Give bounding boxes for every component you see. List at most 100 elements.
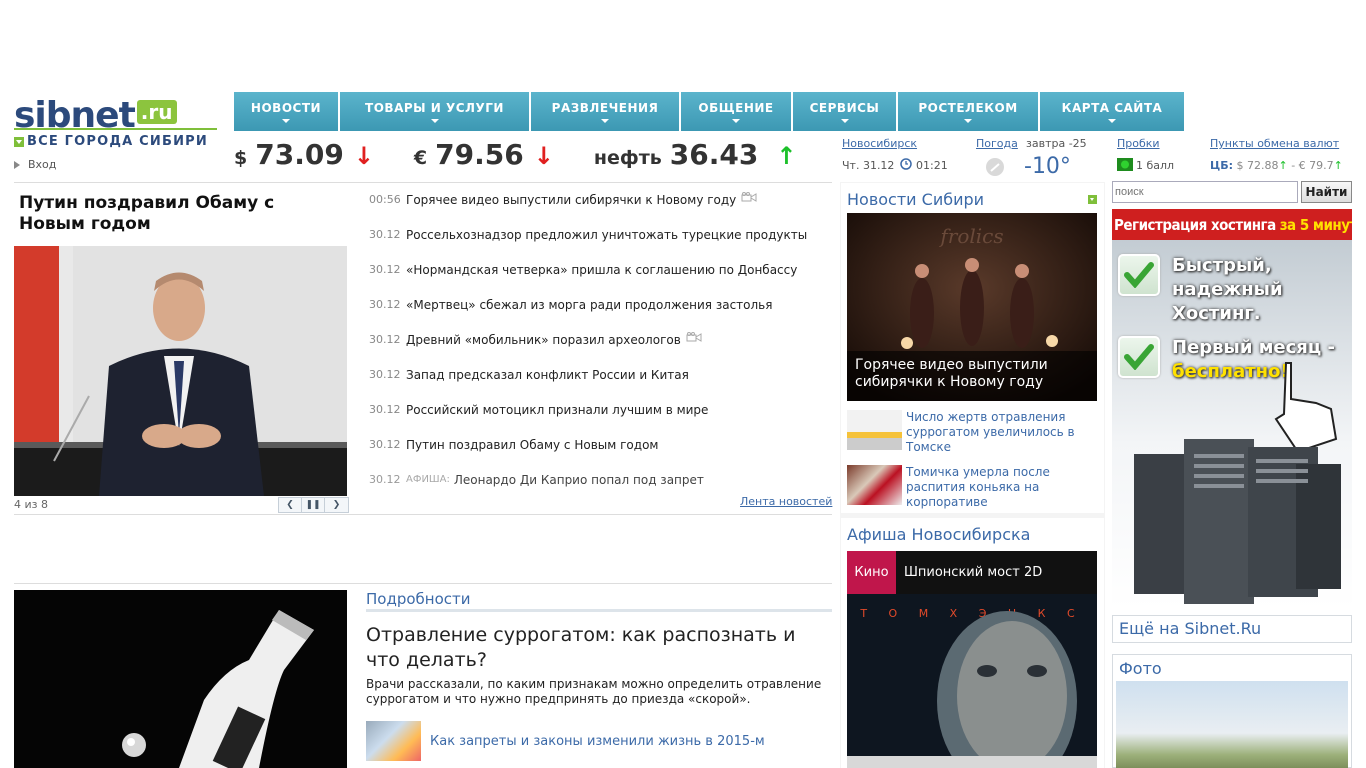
nav-item-news[interactable]: НОВОСТИ xyxy=(234,92,338,131)
nav-label: НОВОСТИ xyxy=(250,100,322,115)
news-title: Томичка умерла после распития коньяка на… xyxy=(906,465,1050,509)
details-section-title[interactable]: Подробности xyxy=(366,590,832,608)
chevron-down-icon[interactable] xyxy=(1088,195,1097,204)
news-title: Запад предсказал конфликт России и Китая xyxy=(406,368,689,382)
slider-title[interactable]: Путин поздравил Обаму с Новым годом xyxy=(19,193,339,235)
list-item[interactable]: 30.12 «Нормандская четверка» пришла к сог… xyxy=(369,262,831,297)
nav-label: КАРТА САЙТА xyxy=(1061,100,1163,115)
ad-text-fast: Быстрый, надежный Хостинг. xyxy=(1172,255,1283,324)
login-link[interactable]: Вход xyxy=(14,158,56,171)
cb-usd: $ 72.88 xyxy=(1236,159,1279,172)
weather-link[interactable]: Погода xyxy=(976,137,1018,150)
slider-photo[interactable] xyxy=(14,246,347,496)
oil-label: нефть xyxy=(593,147,662,169)
chevron-down-icon xyxy=(732,118,740,123)
prev-icon[interactable]: ❮ xyxy=(279,498,302,512)
list-item[interactable]: Томичка умерла после распития коньяка на… xyxy=(847,465,1097,510)
oil-value: 36.43 xyxy=(669,138,759,171)
eur-symbol: € xyxy=(413,147,428,169)
nav-label: СЕРВИСЫ xyxy=(809,100,880,115)
search-input[interactable] xyxy=(1112,181,1298,203)
arrow-up-icon: ↑ xyxy=(776,142,797,170)
article-lead: Врачи рассказали, по каким признакам мож… xyxy=(366,677,822,706)
chevron-down-icon xyxy=(1108,118,1116,123)
logo-ru-badge: .ru xyxy=(136,100,177,124)
search-button[interactable]: Найти xyxy=(1301,181,1352,203)
arrow-down-icon: ↓ xyxy=(533,142,554,170)
news-title: Горячее видео выпустили сибирячки к Ново… xyxy=(406,193,737,207)
hosting-ad-banner[interactable]: Регистрация хостинга за 5 минут Быстрый, … xyxy=(1112,209,1352,609)
nav-label: РОСТЕЛЕКОМ xyxy=(918,100,1018,115)
siberia-main-caption[interactable]: Горячее видео выпустили сибирячки к Ново… xyxy=(847,351,1097,401)
afisha-title[interactable]: Афиша Новосибирска xyxy=(847,525,1030,544)
article-title[interactable]: Отравление суррогатом: как распознать и … xyxy=(366,623,832,673)
date-text: Чт. 31.12 xyxy=(842,159,895,172)
list-item[interactable]: 00:56 Горячее видео выпустили сибирячки к… xyxy=(369,192,831,227)
photo-thumbnail[interactable] xyxy=(1116,681,1348,768)
more-sibnet-link[interactable]: Ещё на Sibnet.Ru xyxy=(1112,615,1352,643)
logo-underline xyxy=(14,128,217,130)
list-item[interactable]: 30.12 АФИША: Леонардо Ди Каприо попал под … xyxy=(369,472,831,490)
news-time: 30.12 xyxy=(369,403,401,416)
ad-header: Регистрация хостинга за 5 минут xyxy=(1112,209,1352,240)
news-time: 30.12 xyxy=(369,473,401,486)
related-article-link[interactable]: Как запреты и законы изменили жизнь в 20… xyxy=(430,734,765,749)
time-text: 01:21 xyxy=(916,159,948,172)
afisha-movie-title[interactable]: Шпионский мост 2D xyxy=(896,551,1097,594)
list-item[interactable]: Число жертв отравления суррогатом увелич… xyxy=(847,410,1097,455)
usd-symbol: $ xyxy=(234,147,248,169)
chevron-down-icon xyxy=(964,118,972,123)
chevron-down-icon xyxy=(840,118,849,123)
list-item[interactable]: 30.12 Российский мотоцикл признали лучшим… xyxy=(369,402,831,437)
nav-item-goods[interactable]: ТОВАРЫ И УСЛУГИ xyxy=(340,92,529,131)
list-item[interactable]: 30.12 «Мертвец» сбежал из морга ради прод… xyxy=(369,297,831,332)
photo-section-title[interactable]: Фото xyxy=(1119,659,1162,678)
chevron-down-icon xyxy=(601,118,609,123)
eur-value: 79.56 xyxy=(435,138,524,171)
nav-item-services[interactable]: СЕРВИСЫ xyxy=(793,92,896,131)
list-item[interactable]: 30.12 Древний «мобильник» поразил археоло… xyxy=(369,332,831,367)
chevron-down-icon xyxy=(282,118,290,123)
weather-tomorrow: завтра -25 xyxy=(1026,137,1087,150)
ad-line: Быстрый, надежный Хостинг. xyxy=(1112,254,1352,326)
nav-item-sitemap[interactable]: КАРТА САЙТА xyxy=(1040,92,1184,131)
news-time: 30.12 xyxy=(369,298,401,311)
region-selector[interactable]: ВСЕ ГОРОДА СИБИРИ xyxy=(14,134,208,149)
siberia-news-title[interactable]: Новости Сибири xyxy=(847,190,984,209)
nav-label: РАЗВЛЕЧЕНИЯ xyxy=(551,100,659,115)
cb-rates: ЦБ: $ 72.88↑ - € 79.7↑ xyxy=(1210,159,1343,172)
news-time: 30.12 xyxy=(369,438,401,451)
traffic-value: 1 балл xyxy=(1136,159,1175,172)
clock-icon xyxy=(900,158,912,173)
traffic-link[interactable]: Пробки xyxy=(1117,137,1160,150)
slider-counter: 4 из 8 xyxy=(14,498,48,511)
check-icon xyxy=(1118,254,1160,296)
pause-icon[interactable]: ❚❚ xyxy=(302,498,325,512)
nav-item-rostelecom[interactable]: РОСТЕЛЕКОМ xyxy=(898,92,1038,131)
nav-item-communication[interactable]: ОБЩЕНИЕ xyxy=(681,92,791,131)
city-link[interactable]: Новосибирск xyxy=(842,137,917,150)
exchange-link[interactable]: Пункты обмена валют xyxy=(1210,137,1339,150)
news-title: Число жертв отравления суррогатом увелич… xyxy=(906,410,1075,454)
video-icon xyxy=(686,332,702,342)
related-thumbnail[interactable] xyxy=(366,721,421,761)
nav-label: ТОВАРЫ И УСЛУГИ xyxy=(365,100,504,115)
news-title: Древний «мобильник» поразил археологов xyxy=(406,333,681,347)
news-time: 30.12 xyxy=(369,228,401,241)
list-item[interactable]: 30.12 Запад предсказал конфликт России и … xyxy=(369,367,831,402)
arrow-up-icon: ↑ xyxy=(1333,159,1343,172)
news-title: Путин поздравил Обаму с Новым годом xyxy=(406,438,659,452)
news-tag: АФИША: xyxy=(406,474,450,485)
currency-rates: $ 73.09 ↓ € 79.56 ↓ нефть 36.43 ↑ xyxy=(234,138,796,171)
nav-item-entertainment[interactable]: РАЗВЛЕЧЕНИЯ xyxy=(531,92,679,131)
next-icon[interactable]: ❯ xyxy=(325,498,348,512)
news-title: «Нормандская четверка» пришла к соглашен… xyxy=(406,263,798,277)
news-time: 00:56 xyxy=(369,193,401,206)
news-thumbnail xyxy=(847,465,902,505)
list-item[interactable]: 30.12 Путин поздравил Обаму с Новым годом xyxy=(369,437,831,472)
ad-text-month: Первый месяц - xyxy=(1172,337,1335,358)
details-photo[interactable] xyxy=(14,590,347,768)
list-item[interactable]: 30.12 Россельхознадзор предложил уничтожа… xyxy=(369,227,831,262)
news-feed-link[interactable]: Лента новостей xyxy=(740,495,832,508)
afisha-category-badge[interactable]: Кино xyxy=(847,551,896,594)
